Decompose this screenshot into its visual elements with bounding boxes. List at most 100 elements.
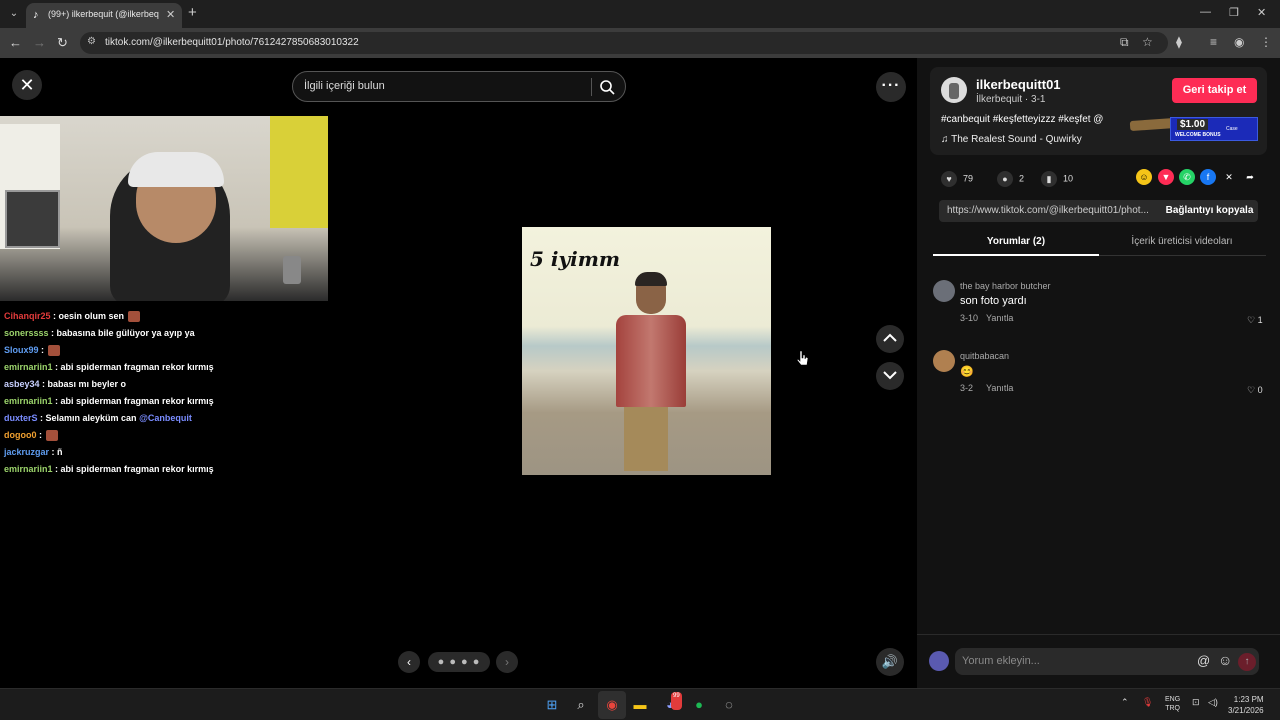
windows-start-icon[interactable]: ⊞ <box>543 696 561 714</box>
chat-username[interactable]: emirnariin1 <box>4 362 53 372</box>
minimize-icon[interactable]: — <box>1200 6 1211 18</box>
network-icon[interactable]: ⊡ <box>1192 697 1200 708</box>
spotify-icon[interactable]: ● <box>690 696 708 714</box>
chat-mention[interactable]: @Canbequit <box>139 413 192 423</box>
previous-post-button[interactable] <box>876 325 904 353</box>
tab-search-dropdown-icon[interactable]: ⌄ <box>5 5 23 23</box>
taskbar-search-icon[interactable]: ⌕ <box>572 696 590 714</box>
next-post-button[interactable] <box>876 362 904 390</box>
whatsapp-icon[interactable]: ✆ <box>1179 169 1195 185</box>
ad-banner[interactable]: $1.00 WELCOME BONUS Case <box>1170 117 1258 141</box>
extensions-icon[interactable]: ⧫ <box>1176 35 1182 49</box>
heart-outline-icon[interactable]: ♡ <box>1247 385 1255 395</box>
comment-like-count: 1 <box>1257 315 1263 325</box>
chat-username[interactable]: dogoo0 <box>4 430 37 440</box>
speaker-icon[interactable]: ◁) <box>1208 697 1218 708</box>
commenter-name[interactable]: quitbabacan <box>960 351 1009 361</box>
chat-username[interactable]: Cihanqir25 <box>4 311 51 321</box>
profile-avatar-icon[interactable]: ◉ <box>1234 35 1244 49</box>
photo-person-shirt <box>616 315 686 407</box>
photo-prev-button[interactable]: ‹ <box>398 651 420 673</box>
author-username[interactable]: ilkerbequitt01 <box>976 77 1061 92</box>
more-share-icon[interactable]: ➦ <box>1242 169 1258 185</box>
commenter-name[interactable]: the bay harbor butcher <box>960 281 1051 291</box>
comment-stat[interactable]: ● 2 <box>997 171 1024 187</box>
install-app-icon[interactable]: ⧉ <box>1120 35 1129 50</box>
chat-username[interactable]: emirnariin1 <box>4 396 53 406</box>
tray-chevron-icon[interactable]: ⌃ <box>1121 697 1129 708</box>
search-input[interactable]: İlgili içeriği bulun <box>304 80 385 92</box>
photo-pager-dots[interactable]: ● ● ● ● <box>428 652 490 672</box>
close-viewer-button[interactable]: ✕ <box>12 70 42 100</box>
browser-menu-icon[interactable]: ⋮ <box>1260 35 1272 49</box>
reply-button[interactable]: Yanıtla <box>986 383 1013 393</box>
language-indicator[interactable]: ENG TRQ <box>1165 695 1180 713</box>
post-sound[interactable]: ♫ The Realest Sound - Quwirky <box>941 134 1082 145</box>
comment-like[interactable]: ♡ 0 <box>1247 385 1263 396</box>
send-to-friend-icon[interactable]: ▼ <box>1158 169 1174 185</box>
bookmark-star-icon[interactable]: ☆ <box>1142 35 1153 49</box>
site-info-icon[interactable]: ⚙ <box>87 36 96 47</box>
clock-time: 1:23 PM <box>1233 695 1264 704</box>
chat-message: Cihanqir25 : oesin olum sen <box>4 308 324 325</box>
x-share-icon[interactable]: ✕ <box>1221 169 1237 185</box>
restore-icon[interactable]: ❐ <box>1229 6 1239 19</box>
share-link-url[interactable]: https://www.tiktok.com/@ilkerbequitt01/p… <box>947 205 1152 216</box>
follow-back-button[interactable]: Geri takip et <box>1172 78 1257 103</box>
send-comment-button[interactable]: ↑ <box>1238 653 1256 671</box>
emoji-icon[interactable]: ☺ <box>1218 652 1232 668</box>
tab-close-icon[interactable]: ✕ <box>166 8 175 21</box>
chat-username[interactable]: duxterS <box>4 413 38 423</box>
author-subline: İlkerbequit · 3-1 <box>976 94 1046 105</box>
lang-bottom: TRQ <box>1165 705 1180 712</box>
ad-brand: Case <box>1226 126 1238 132</box>
window-close-icon[interactable]: ✕ <box>1257 6 1266 19</box>
browser-tab[interactable]: ♪ (99+) ilkerbequit (@ilkerbeq ✕ <box>26 3 182 28</box>
chat-username[interactable]: sonerssss <box>4 328 49 338</box>
save-stat[interactable]: ▮ 10 <box>1041 171 1073 187</box>
omnibox[interactable]: ⚙ tiktok.com/@ilkerbequitt01/photo/76124… <box>80 32 1168 54</box>
back-icon[interactable]: ← <box>9 35 22 50</box>
system-clock[interactable]: 1:23 PM 3/21/2026 <box>1228 694 1264 716</box>
url-text[interactable]: tiktok.com/@ilkerbequitt01/photo/7612427… <box>105 37 359 48</box>
mention-icon[interactable]: @ <box>1197 653 1210 668</box>
reload-icon[interactable]: ↻ <box>57 35 68 51</box>
chrome-icon[interactable]: ◉ <box>603 696 621 714</box>
post-hashtags[interactable]: #canbequit #keşfetteyizzz #keşfet @ <box>941 114 1103 125</box>
tab-creator-videos[interactable]: İçerik üreticisi videoları <box>1099 236 1265 247</box>
related-search-box[interactable]: İlgili içeriği bulun <box>292 71 626 102</box>
ad-overlay[interactable]: $1.00 WELCOME BONUS Case <box>1129 113 1260 145</box>
new-tab-icon[interactable]: + <box>188 5 197 21</box>
bookmark-icon[interactable]: ▮ <box>1041 171 1057 187</box>
like-stat[interactable]: ♥ 79 <box>941 171 973 187</box>
search-icon[interactable] <box>598 78 616 96</box>
app-icon[interactable]: ◌ <box>720 696 738 714</box>
commenter-avatar[interactable] <box>933 350 955 372</box>
photo-person-hair <box>635 272 667 286</box>
comment-input-box[interactable]: Yorum ekleyin... @ ☺ ↑ <box>955 648 1259 675</box>
copy-link-button[interactable]: Bağlantıyı kopyala <box>1161 200 1258 222</box>
facebook-icon[interactable]: f <box>1200 169 1216 185</box>
tab-comments[interactable]: Yorumlar (2) <box>933 236 1099 247</box>
forward-icon[interactable]: → <box>33 35 46 50</box>
more-options-button[interactable]: ··· <box>876 72 906 102</box>
heart-outline-icon[interactable]: ♡ <box>1247 315 1255 325</box>
comment-like[interactable]: ♡ 1 <box>1247 315 1263 326</box>
chat-username[interactable]: jackruzgar <box>4 447 49 457</box>
reply-button[interactable]: Yanıtla <box>986 313 1013 323</box>
comment-input[interactable]: Yorum ekleyin... <box>962 655 1040 667</box>
chat-username[interactable]: emirnariin1 <box>4 464 53 474</box>
media-control-icon[interactable]: ≡ <box>1210 35 1217 49</box>
heart-icon[interactable]: ♥ <box>941 171 957 187</box>
chat-username[interactable]: asbey34 <box>4 379 40 389</box>
volume-button[interactable]: 🔊 <box>876 648 904 676</box>
repost-icon[interactable]: ☺ <box>1136 169 1152 185</box>
comment-icon[interactable]: ● <box>997 171 1013 187</box>
chat-message: duxterS : Selamın aleyküm can @Canbequit <box>4 410 324 427</box>
chat-username[interactable]: Sloux99 <box>4 345 39 355</box>
microphone-icon[interactable]: 🎙 <box>1142 697 1153 708</box>
photo-next-button[interactable]: › <box>496 651 518 673</box>
author-avatar[interactable] <box>941 77 967 103</box>
commenter-avatar[interactable] <box>933 280 955 302</box>
file-explorer-icon[interactable]: ▬ <box>631 696 649 714</box>
